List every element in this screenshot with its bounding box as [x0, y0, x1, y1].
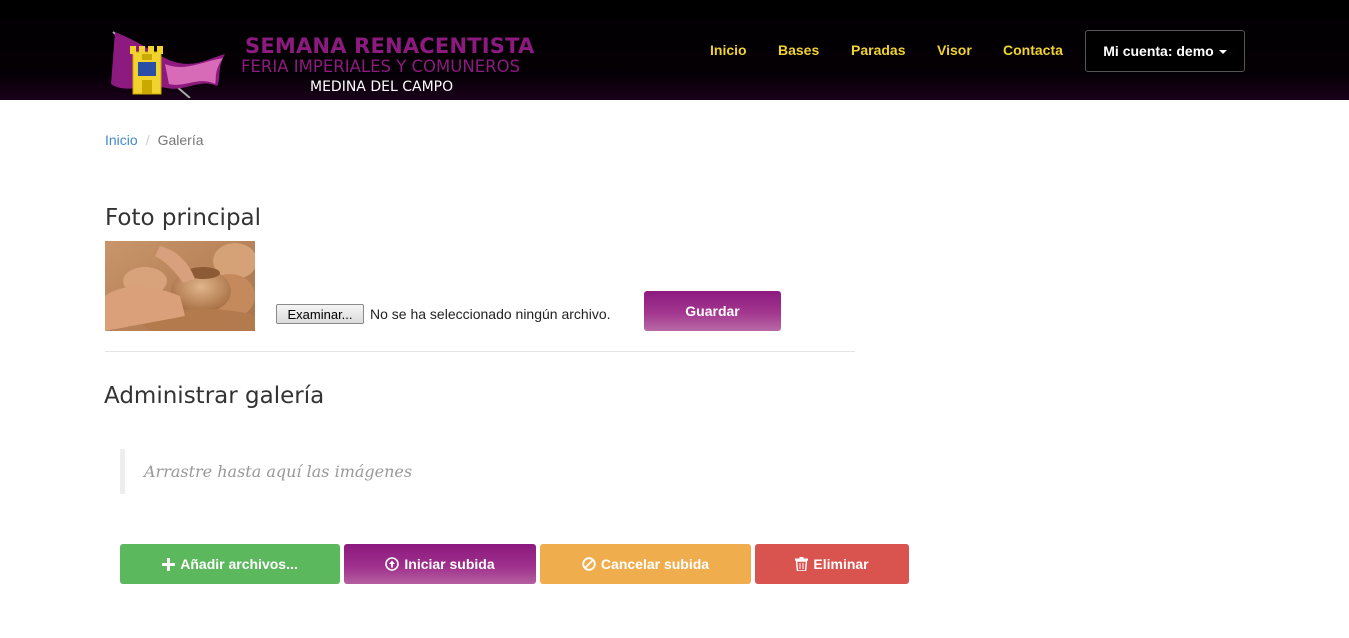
delete-label: Eliminar	[813, 556, 869, 572]
nav-bases[interactable]: Bases	[778, 42, 819, 58]
gallery-title: Administrar galería	[104, 383, 325, 409]
cancel-upload-button[interactable]: Cancelar subida	[540, 544, 751, 584]
breadcrumb: Inicio / Galería	[105, 132, 204, 148]
trash-icon	[795, 557, 809, 571]
circle-arrow-up-icon	[385, 557, 400, 571]
file-status-text: No se ha seleccionado ningún archivo.	[370, 306, 611, 322]
add-files-button[interactable]: Añadir archivos...	[120, 544, 340, 584]
start-upload-label: Iniciar subida	[404, 556, 495, 572]
breadcrumb-separator: /	[145, 132, 150, 148]
account-dropdown-button[interactable]: Mi cuenta: demo	[1085, 30, 1245, 72]
section-divider	[105, 351, 855, 352]
pottery-image-icon	[105, 241, 255, 331]
delete-button[interactable]: Eliminar	[755, 544, 909, 584]
add-files-label: Añadir archivos...	[180, 556, 298, 572]
dropzone-text: Arrastre hasta aquí las imágenes	[144, 462, 413, 481]
nav-contacta[interactable]: Contacta	[1003, 42, 1063, 58]
nav-paradas[interactable]: Paradas	[851, 42, 905, 58]
ban-circle-icon	[582, 557, 596, 571]
caret-down-icon	[1218, 50, 1227, 54]
main-photo-title: Foto principal	[105, 205, 262, 231]
plus-icon	[162, 557, 176, 571]
image-dropzone[interactable]: Arrastre hasta aquí las imágenes	[120, 449, 520, 494]
cancel-upload-label: Cancelar subida	[600, 556, 710, 572]
top-navbar: SEMANA RENACENTISTA FERIA IMPERIALES Y C…	[0, 0, 1349, 100]
nav-visor[interactable]: Visor	[937, 42, 972, 58]
save-button[interactable]: Guardar	[644, 291, 781, 331]
logo-location: MEDINA DEL CAMPO	[310, 79, 454, 95]
castle-flag-logo-icon	[111, 31, 225, 98]
nav-inicio[interactable]: Inicio	[710, 42, 747, 58]
pottery-wheel-photo	[105, 241, 255, 331]
start-upload-button[interactable]: Iniciar subida	[344, 544, 536, 584]
site-logo[interactable]: SEMANA RENACENTISTA FERIA IMPERIALES Y C…	[105, 28, 534, 98]
browse-file-button[interactable]: Examinar...	[276, 304, 364, 324]
breadcrumb-current: Galería	[157, 132, 204, 148]
breadcrumb-home-link[interactable]: Inicio	[105, 132, 138, 148]
account-label: Mi cuenta: demo	[1103, 43, 1214, 59]
